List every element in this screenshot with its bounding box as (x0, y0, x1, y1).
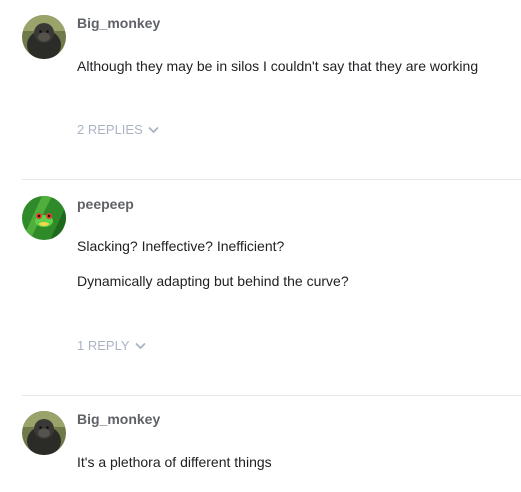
comment-text: Although they may be in silos I couldn't… (77, 58, 479, 74)
comment-text: Slacking? Ineffective? Inefficient? (77, 238, 285, 254)
gorilla-avatar[interactable] (22, 411, 66, 455)
gorilla-avatar[interactable] (22, 15, 66, 59)
comment-author[interactable]: Big_monkey (77, 15, 160, 31)
comment-text: It's a plethora of different things (77, 454, 272, 470)
chevron-down-icon (148, 126, 159, 134)
comment-text: Dynamically adapting but behind the curv… (77, 273, 349, 289)
comment-author[interactable]: peepeep (77, 196, 134, 212)
view-replies-button[interactable]: 1 REPLY (77, 338, 146, 353)
comment-divider (22, 179, 521, 180)
replies-label: 1 REPLY (77, 338, 130, 353)
comment-divider (22, 395, 521, 396)
comment-author[interactable]: Big_monkey (77, 411, 160, 427)
chevron-down-icon (134, 342, 146, 350)
view-replies-button[interactable]: 2 REPLIES (77, 122, 159, 137)
frog-avatar[interactable] (22, 196, 66, 240)
replies-label: 2 REPLIES (77, 122, 143, 137)
